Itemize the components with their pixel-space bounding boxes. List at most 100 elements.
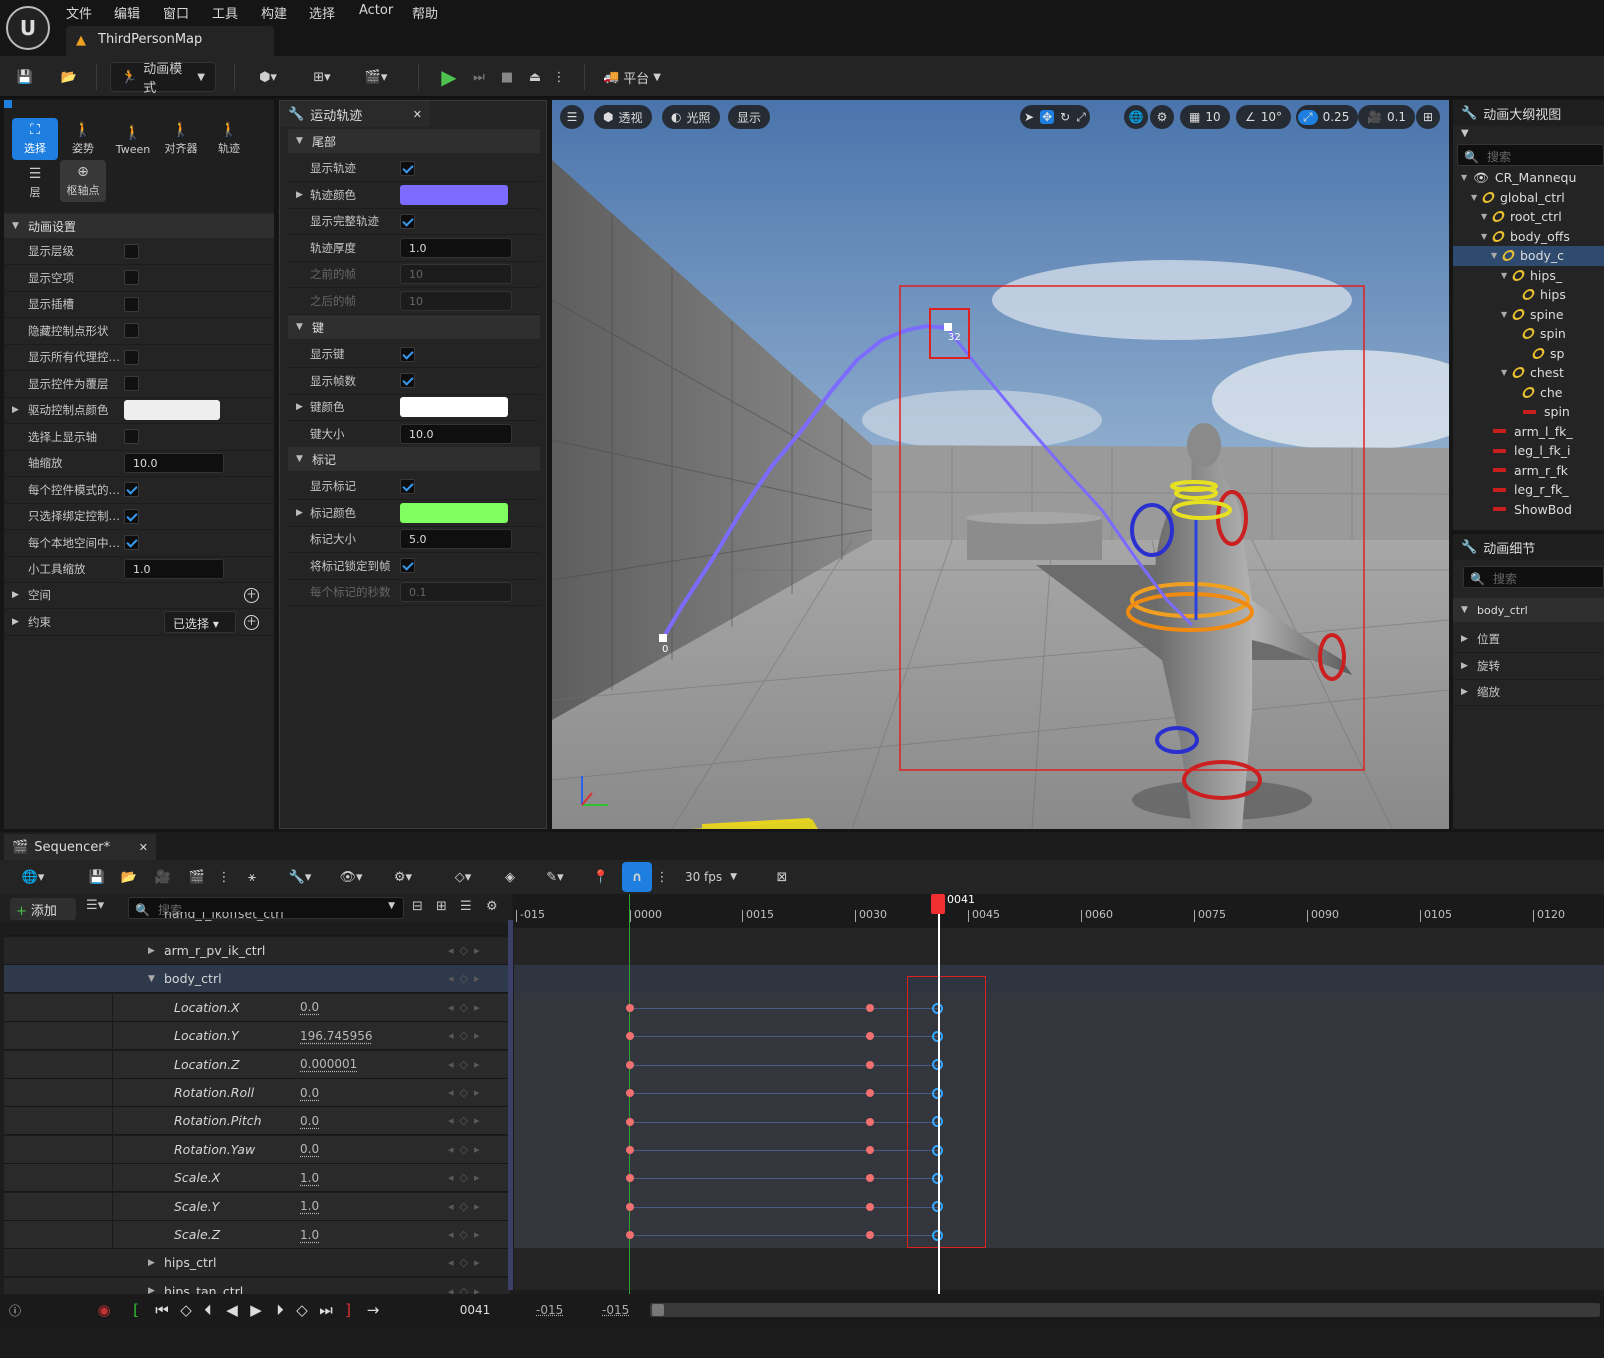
view-start-field[interactable]: -015 (536, 1303, 563, 1317)
track-row[interactable]: ▼ body_ctrl ◂◇▸ (4, 965, 510, 994)
map-tab[interactable]: ▲ ThirdPersonMap (66, 26, 274, 56)
camera-speed-button[interactable]: 🎥 0.1 (1358, 105, 1416, 129)
key-section-header[interactable]: ▼ 键 (288, 315, 540, 339)
number-field[interactable]: 5.0 (400, 529, 512, 549)
outliner-item[interactable]: ▼ hips_ (1453, 266, 1604, 286)
channel-value[interactable]: 1.0 (300, 1199, 319, 1213)
number-field[interactable]: 10 (400, 290, 512, 311)
eye-icon[interactable]: 👁 (1473, 170, 1489, 186)
snap-options-icon[interactable]: ⋮ (656, 862, 669, 892)
color-swatch[interactable] (124, 400, 220, 420)
details-search-input[interactable]: 🔍 搜索 (1463, 566, 1604, 588)
menu-item[interactable]: 编辑 (114, 3, 140, 22)
surface-snap-button[interactable]: ⚙ (1150, 105, 1174, 129)
channel-value[interactable]: 1.0 (300, 1228, 319, 1242)
key-nav-icon[interactable]: ◂◇▸ (448, 1029, 486, 1042)
menu-item[interactable]: 帮助 (412, 3, 438, 22)
view-end-field[interactable]: -015 (602, 1303, 629, 1317)
outliner-item[interactable]: ▼ body_offs (1453, 227, 1604, 247)
keyframe[interactable] (866, 1117, 875, 1126)
expand-arrow-icon[interactable]: ▶ (148, 946, 155, 956)
tail-section-header[interactable]: ▼ 尾部 (288, 129, 540, 153)
outliner-item[interactable]: sp (1453, 344, 1604, 364)
find-asset-icon[interactable]: 📂 (118, 862, 140, 892)
keyframe[interactable] (626, 1060, 634, 1069)
channel-value[interactable]: 0.000001 (300, 1057, 357, 1071)
outliner-item[interactable]: leg_r_fk_ (1453, 480, 1604, 500)
number-field[interactable]: 1.0 (400, 237, 512, 258)
outliner-options-icon[interactable]: ▼ (1461, 128, 1469, 139)
key-nav-icon[interactable]: ◂◇▸ (448, 1171, 486, 1184)
outliner-item[interactable]: hips (1453, 285, 1604, 305)
view-options-icon[interactable]: 👁▾ (332, 862, 370, 892)
outliner-item[interactable]: ▼ 👁 CR_Mannequ (1453, 168, 1604, 188)
mode-trail-button[interactable]: 🚶 轨迹 (206, 118, 252, 160)
playhead-handle[interactable] (931, 894, 945, 914)
stop-icon[interactable]: ■ (494, 62, 520, 92)
number-field[interactable]: 0.1 (400, 582, 512, 602)
menu-item[interactable]: 构建 (261, 3, 287, 22)
scale-snap-button[interactable]: ⤢ 0.25 (1296, 105, 1359, 129)
key-nav-icon[interactable]: ◂◇▸ (448, 972, 486, 985)
marker-icon[interactable]: 📍 (590, 862, 612, 892)
tools-icon[interactable]: 🔧▾ (282, 862, 318, 892)
outliner-item[interactable]: che (1453, 383, 1604, 403)
property-checkbox[interactable] (124, 376, 139, 391)
prev-key-icon[interactable]: ◇ (176, 1298, 196, 1322)
platforms-dropdown[interactable]: 🚚 平台 ▼ (598, 62, 666, 92)
close-icon[interactable]: ✕ (413, 108, 422, 121)
key-interp-icon[interactable]: ◇▾ (444, 862, 482, 892)
tree-arrow-icon[interactable]: ▼ (1481, 232, 1493, 241)
details-tab[interactable]: 🔧 动画细节 (1453, 534, 1604, 560)
key-nav-icon[interactable]: ◂◇▸ (448, 1228, 486, 1241)
more-options-icon[interactable]: ⋮ (218, 862, 231, 892)
add-circle-icon[interactable]: + (244, 587, 259, 603)
keyframe[interactable] (866, 1060, 875, 1069)
property-checkbox[interactable] (124, 323, 139, 338)
mode-tween-button[interactable]: 🚶 Tween (108, 118, 158, 160)
keyframe[interactable] (626, 1004, 634, 1012)
key-nav-icon[interactable]: ◂◇▸ (448, 1058, 486, 1071)
cursor-icon[interactable]: ➤ (1024, 110, 1034, 124)
channel-value[interactable]: 0.0 (300, 1142, 319, 1156)
tree-arrow-icon[interactable]: ▼ (1481, 212, 1493, 221)
keyframe[interactable] (866, 1202, 875, 1211)
channel-row[interactable]: Scale.Z 1.0 ◂◇▸ (4, 1221, 510, 1249)
outliner-item[interactable]: ▼ global_ctrl (1453, 188, 1604, 208)
add-circle-icon[interactable]: + (244, 614, 259, 630)
outliner-item[interactable]: leg_l_fk_i (1453, 441, 1604, 461)
outliner-item[interactable]: ShowBod (1453, 500, 1604, 520)
edit-mode-icon[interactable]: ✎▾ (536, 862, 574, 892)
auto-key-icon[interactable]: ◈ (498, 862, 522, 892)
channel-row[interactable]: Location.X 0.0 ◂◇▸ (4, 993, 510, 1022)
key-nav-icon[interactable]: ◂◇▸ (448, 1256, 486, 1269)
collapse-arrow-icon[interactable]: ▼ (148, 974, 155, 984)
details-section[interactable]: ▶ 缩放 (1453, 679, 1604, 706)
expand-arrow-icon[interactable]: ▶ (148, 1258, 155, 1268)
key-nav-icon[interactable]: ◂◇▸ (448, 1200, 486, 1213)
channel-row[interactable]: Location.Z 0.000001 ◂◇▸ (4, 1050, 510, 1079)
keyframe[interactable] (626, 1202, 634, 1211)
step-forward-icon[interactable]: ⏵ (270, 1298, 290, 1322)
show-button[interactable]: 显示 (728, 105, 771, 129)
mode-pivot-button[interactable]: ⊕ 枢轴点 (60, 160, 106, 202)
number-field[interactable]: 10.0 (124, 453, 224, 473)
next-key-icon[interactable]: ◇ (292, 1298, 312, 1322)
property-checkbox[interactable] (124, 535, 139, 550)
more-options-icon[interactable]: ⋮ (552, 62, 566, 92)
lit-button[interactable]: ◐ 光照 (662, 105, 720, 129)
jump-start-icon[interactable]: ⏮ (152, 1298, 172, 1322)
tree-arrow-icon[interactable]: ▼ (1491, 251, 1503, 260)
world-icon[interactable]: 🌐▾ (14, 862, 52, 892)
info-icon[interactable]: ⓘ (6, 1298, 24, 1322)
channel-row[interactable]: Scale.X 1.0 ◂◇▸ (4, 1164, 510, 1193)
property-checkbox[interactable] (124, 349, 139, 365)
details-section[interactable]: ▶ 位置 (1453, 626, 1604, 653)
space-row[interactable]: ▶ 空间 + (4, 582, 274, 609)
close-icon[interactable]: ✕ (139, 841, 148, 854)
color-swatch[interactable] (400, 184, 508, 205)
fps-dropdown[interactable]: 30 fps ▼ (680, 862, 742, 892)
filter-icon[interactable]: ☰▾ (86, 898, 104, 913)
expand-arrow-icon[interactable]: ▶ (296, 402, 303, 412)
outliner-item[interactable]: arm_l_fk_ (1453, 422, 1604, 442)
